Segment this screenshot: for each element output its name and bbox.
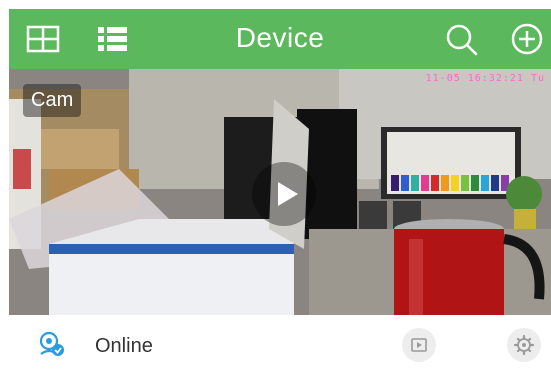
camera-preview[interactable]: Cam 11-05 16:32:21 Tu	[9, 69, 551, 315]
status-text: Online	[95, 335, 153, 357]
top-app-bar: Device	[9, 9, 551, 69]
playback-icon	[411, 338, 427, 352]
play-icon	[278, 182, 298, 206]
playback-button[interactable]	[402, 328, 436, 362]
camera-online-icon	[37, 330, 65, 358]
search-icon[interactable]	[443, 21, 479, 57]
device-status-bar: Online	[9, 315, 551, 371]
settings-icon	[513, 334, 535, 356]
play-button[interactable]	[252, 162, 316, 226]
camera-name-label: Cam	[23, 84, 82, 117]
add-icon[interactable]	[509, 21, 545, 57]
video-timestamp: 11-05 16:32:21 Tu	[425, 73, 545, 84]
settings-button[interactable]	[507, 328, 541, 362]
